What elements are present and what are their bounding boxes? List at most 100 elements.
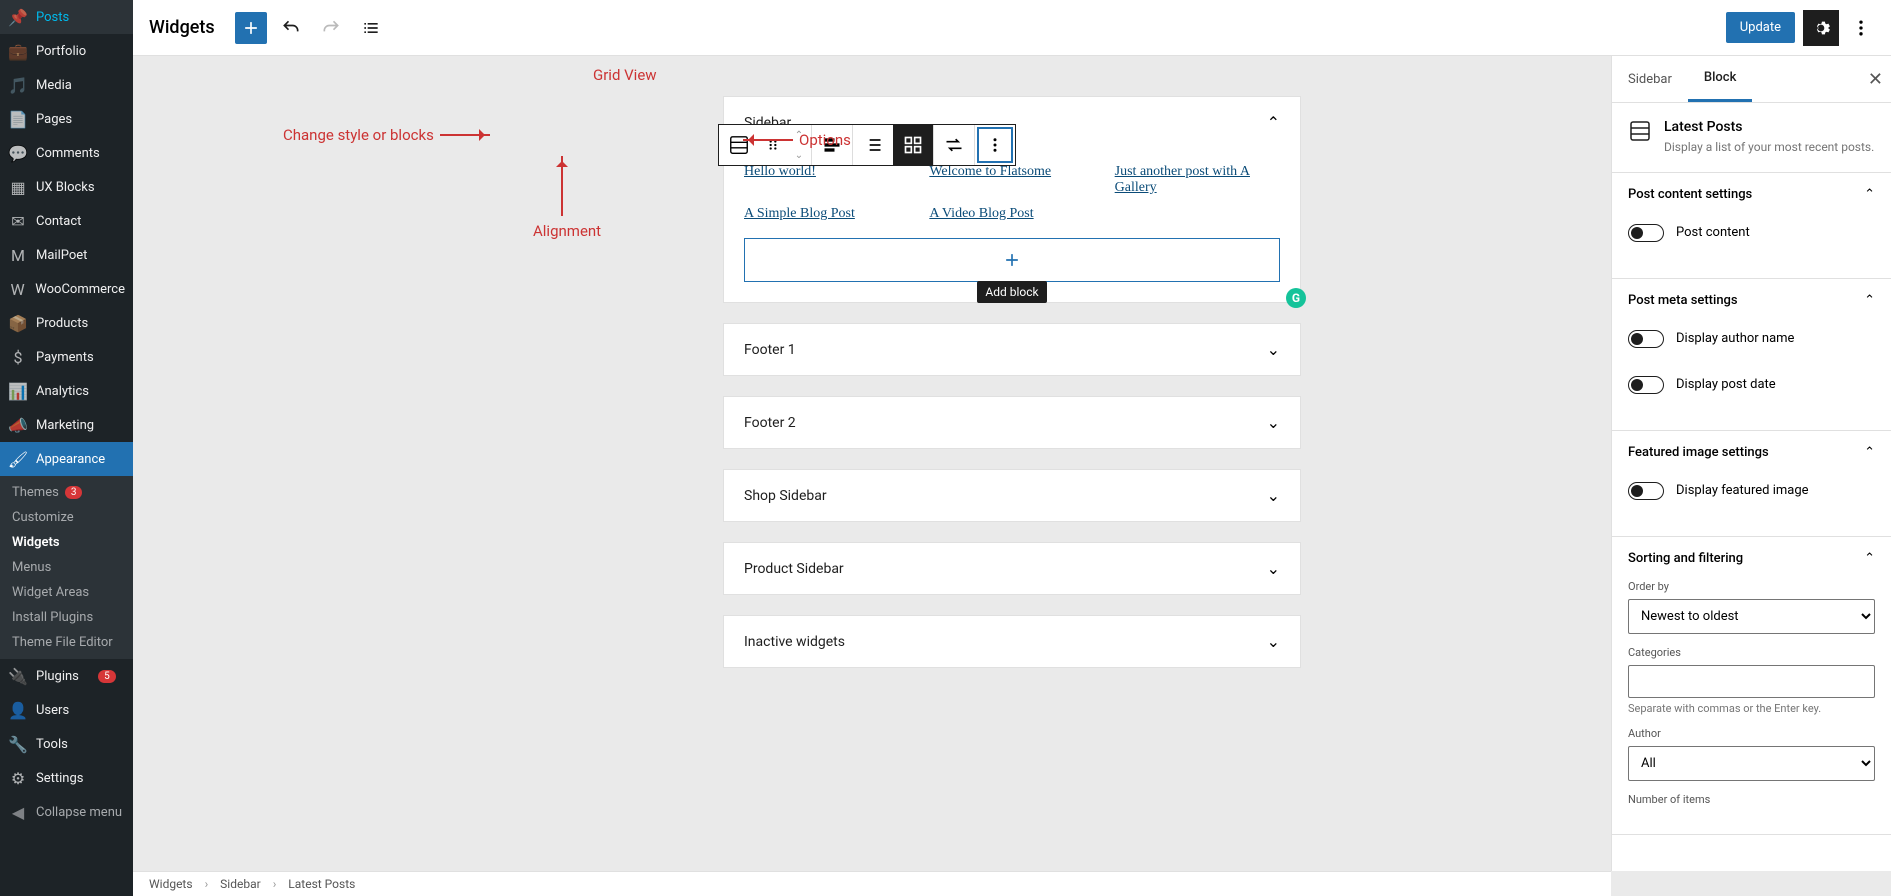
toggle-author-name[interactable] — [1628, 330, 1664, 348]
redo-button[interactable] — [315, 12, 347, 44]
collapse-menu[interactable]: ◀Collapse menu — [0, 795, 133, 829]
submenu-widgets[interactable]: Widgets — [0, 530, 133, 555]
grid-view-style-button[interactable] — [893, 125, 933, 165]
sidebar-item-marketing[interactable]: 📣Marketing — [0, 408, 133, 442]
submenu-widget-areas[interactable]: Widget Areas — [0, 580, 133, 605]
panel-featured-image: Featured image settings⌃ Display feature… — [1612, 431, 1891, 537]
list-view-button[interactable] — [355, 12, 387, 44]
transform-button[interactable] — [934, 125, 974, 165]
widget-area-sidebar: Sidebar ⌃ ⌃⌄ — [723, 96, 1301, 303]
toggle-label: Post content — [1676, 225, 1750, 240]
sidebar-item-uxblocks[interactable]: ▦UX Blocks — [0, 170, 133, 204]
chevron-down-icon: ⌄ — [1267, 559, 1280, 578]
submenu-themes[interactable]: Themes3 — [0, 480, 133, 505]
archive-icon: 📦 — [8, 313, 28, 333]
chevron-up-icon: ⌃ — [1864, 187, 1875, 202]
breadcrumb-item[interactable]: Sidebar — [220, 877, 261, 891]
latest-posts-block[interactable]: Hello world! Welcome to Flatsome Just an… — [744, 164, 1280, 222]
sidebar-item-contact[interactable]: ✉Contact — [0, 204, 133, 238]
submenu-menus[interactable]: Menus — [0, 555, 133, 580]
add-block-appender[interactable]: Add block — [744, 238, 1280, 282]
pin-icon: 📌 — [8, 7, 28, 27]
toggle-post-content[interactable] — [1628, 224, 1664, 242]
submenu-theme-file-editor[interactable]: Theme File Editor — [0, 630, 133, 655]
post-link[interactable]: A Simple Blog Post — [744, 206, 909, 222]
block-type-button[interactable] — [719, 125, 759, 165]
chevron-up-icon: ⌃ — [1864, 445, 1875, 460]
breadcrumb-item[interactable]: Widgets — [149, 877, 193, 891]
panel-post-content: Post content settings⌃ Post content — [1612, 173, 1891, 279]
sidebar-item-users[interactable]: 👤Users — [0, 693, 133, 727]
sidebar-item-plugins[interactable]: 🔌Plugins 5 — [0, 659, 133, 693]
sidebar-item-settings[interactable]: ⚙Settings — [0, 761, 133, 795]
sidebar-item-appearance[interactable]: 🖌Appearance — [0, 442, 133, 476]
tab-sidebar[interactable]: Sidebar — [1612, 58, 1688, 101]
post-link[interactable]: Just another post with A Gallery — [1115, 164, 1280, 196]
sidebar-item-products[interactable]: 📦Products — [0, 306, 133, 340]
order-by-select[interactable]: Newest to oldest — [1628, 599, 1875, 634]
latest-posts-icon — [1628, 119, 1652, 143]
widget-area-header[interactable]: Footer 2⌄ — [724, 397, 1300, 448]
widget-area-inactive: Inactive widgets⌄ — [723, 615, 1301, 668]
sidebar-item-analytics[interactable]: 📊Analytics — [0, 374, 133, 408]
post-link[interactable]: Welcome to Flatsome — [929, 164, 1094, 196]
list-view-style-button[interactable] — [853, 125, 893, 165]
settings-panel-button[interactable] — [1803, 10, 1839, 46]
update-button[interactable]: Update — [1726, 12, 1795, 43]
top-toolbar: Widgets Update — [133, 0, 1891, 56]
sidebar-item-posts[interactable]: 📌Posts — [0, 0, 133, 34]
plus-icon — [1002, 250, 1022, 270]
sidebar-item-pages[interactable]: 📄Pages — [0, 102, 133, 136]
sidebar-item-mailpoet[interactable]: MMailPoet — [0, 238, 133, 272]
move-up-button[interactable]: ⌃ — [787, 125, 811, 145]
admin-sidebar: 📌Posts 💼Portfolio 🎵Media 📄Pages 💬Comment… — [0, 0, 133, 896]
author-select[interactable]: All — [1628, 746, 1875, 781]
submenu-install-plugins[interactable]: Install Plugins — [0, 605, 133, 630]
panel-header[interactable]: Sorting and filtering⌃ — [1612, 537, 1891, 580]
block-options-button[interactable] — [977, 127, 1013, 163]
breadcrumb: Widgets › Sidebar › Latest Posts — [133, 871, 1611, 896]
toggle-post-date[interactable] — [1628, 376, 1664, 394]
chevron-down-icon: ⌄ — [1267, 413, 1280, 432]
close-inspector-button[interactable]: ✕ — [1868, 69, 1883, 90]
drag-handle-button[interactable] — [759, 125, 787, 165]
widget-area-shop-sidebar: Shop Sidebar⌄ — [723, 469, 1301, 522]
panel-header[interactable]: Post meta settings⌃ — [1612, 279, 1891, 322]
submenu-customize[interactable]: Customize — [0, 505, 133, 530]
more-options-button[interactable] — [1847, 10, 1875, 46]
categories-input[interactable] — [1628, 665, 1875, 698]
sidebar-item-media[interactable]: 🎵Media — [0, 68, 133, 102]
chevron-down-icon: ⌄ — [1267, 486, 1280, 505]
chevron-up-icon: ⌃ — [1267, 113, 1280, 132]
post-link[interactable]: Hello world! — [744, 164, 909, 196]
chevron-down-icon: ⌄ — [1267, 340, 1280, 359]
wrench-icon: 🔧 — [8, 734, 28, 754]
analytics-icon: 📊 — [8, 381, 28, 401]
tab-block[interactable]: Block — [1688, 56, 1752, 102]
categories-label: Categories — [1628, 646, 1875, 659]
appearance-submenu: Themes3 Customize Widgets Menus Widget A… — [0, 476, 133, 659]
toggle-featured-image[interactable] — [1628, 482, 1664, 500]
panel-header[interactable]: Featured image settings⌃ — [1612, 431, 1891, 474]
undo-button[interactable] — [275, 12, 307, 44]
page-title: Widgets — [149, 17, 215, 38]
widget-area-header[interactable]: Product Sidebar⌄ — [724, 543, 1300, 594]
add-block-button[interactable] — [235, 12, 267, 44]
widget-area-product-sidebar: Product Sidebar⌄ — [723, 542, 1301, 595]
align-button[interactable] — [812, 125, 852, 165]
panel-header[interactable]: Post content settings⌃ — [1612, 173, 1891, 216]
sidebar-item-woocommerce[interactable]: WWooCommerce — [0, 272, 133, 306]
widget-area-header[interactable]: Shop Sidebar⌄ — [724, 470, 1300, 521]
widget-area-header[interactable]: Inactive widgets⌄ — [724, 616, 1300, 667]
comment-icon: 💬 — [8, 143, 28, 163]
sidebar-item-payments[interactable]: $Payments — [0, 340, 133, 374]
order-by-label: Order by — [1628, 580, 1875, 593]
sidebar-item-comments[interactable]: 💬Comments — [0, 136, 133, 170]
post-link[interactable]: A Video Blog Post — [929, 206, 1094, 222]
sidebar-item-portfolio[interactable]: 💼Portfolio — [0, 34, 133, 68]
sidebar-item-tools[interactable]: 🔧Tools — [0, 727, 133, 761]
widget-area-header[interactable]: Footer 1⌄ — [724, 324, 1300, 375]
move-down-button[interactable]: ⌄ — [787, 145, 811, 165]
breadcrumb-sep-icon: › — [205, 877, 209, 891]
breadcrumb-item[interactable]: Latest Posts — [288, 877, 355, 891]
